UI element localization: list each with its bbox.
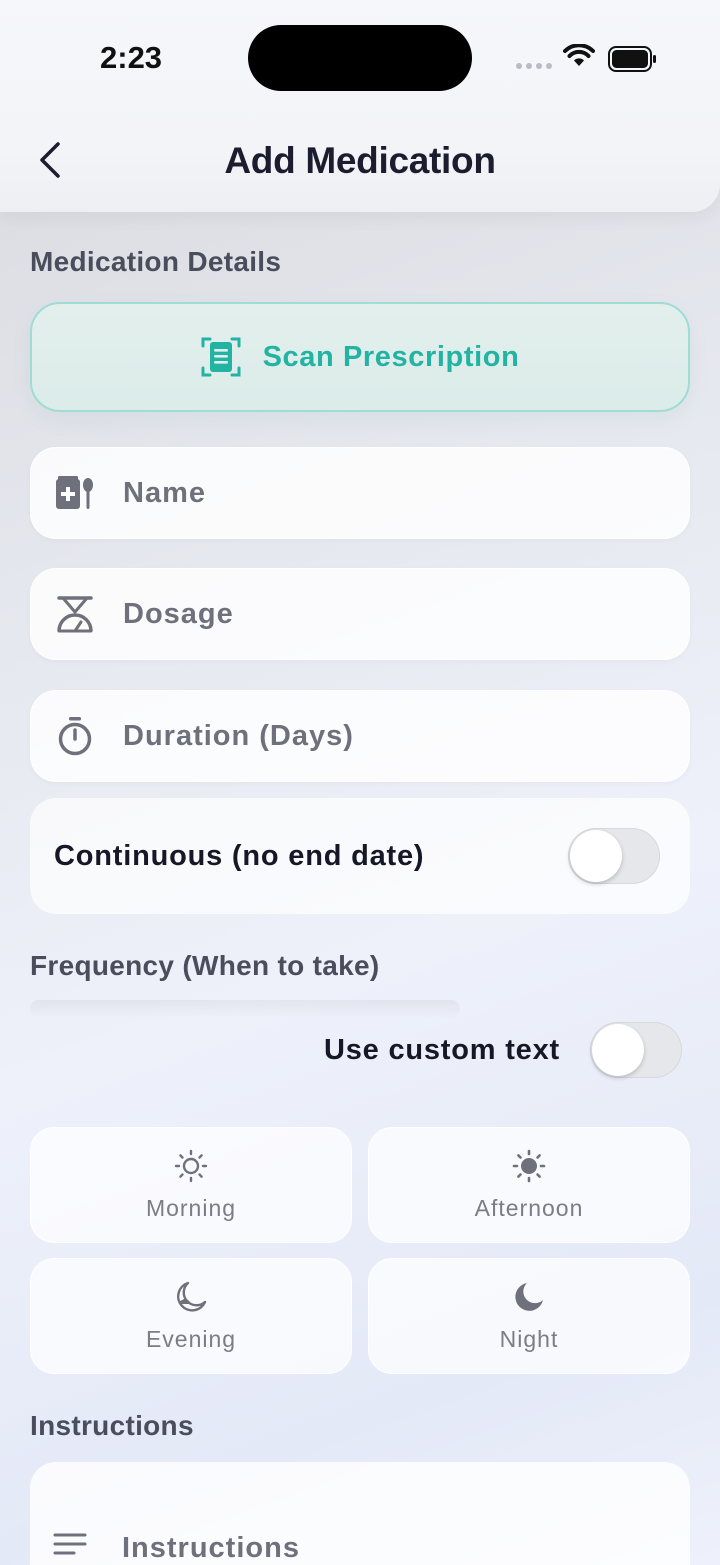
instructions-placeholder: Instructions bbox=[122, 1532, 300, 1564]
sun-filled-icon bbox=[512, 1149, 546, 1183]
time-label: Afternoon bbox=[474, 1194, 584, 1221]
cellular-signal-icon bbox=[516, 63, 552, 69]
text-lines-icon bbox=[52, 1530, 92, 1565]
stopwatch-icon bbox=[53, 714, 97, 758]
moon-filled-icon bbox=[512, 1280, 546, 1314]
time-option-evening[interactable]: Evening bbox=[30, 1258, 352, 1374]
scale-icon bbox=[53, 592, 97, 636]
section-title-instructions: Instructions bbox=[30, 1410, 194, 1441]
time-option-night[interactable]: Night bbox=[368, 1258, 690, 1374]
scan-prescription-label: Scan Prescription bbox=[262, 340, 520, 373]
wifi-icon bbox=[563, 44, 595, 66]
status-time: 2:23 bbox=[100, 40, 163, 75]
header-bar: 2:23 Add Medication bbox=[0, 0, 720, 212]
duration-placeholder: Duration (Days) bbox=[123, 719, 354, 752]
dynamic-island bbox=[248, 25, 472, 91]
divider bbox=[30, 1000, 460, 1018]
section-title-medication-details: Medication Details bbox=[30, 246, 282, 277]
scan-prescription-button[interactable]: Scan Prescription bbox=[30, 302, 690, 412]
battery-icon bbox=[608, 46, 656, 72]
name-placeholder: Name bbox=[123, 476, 206, 509]
time-label: Evening bbox=[145, 1325, 237, 1352]
moon-outline-icon bbox=[174, 1280, 208, 1314]
custom-text-row: Use custom text bbox=[324, 1022, 682, 1078]
dosage-field[interactable]: Dosage bbox=[30, 568, 690, 660]
custom-text-label: Use custom text bbox=[323, 1033, 560, 1066]
medication-icon bbox=[53, 471, 97, 515]
time-option-morning[interactable]: Morning bbox=[30, 1127, 352, 1243]
custom-text-toggle[interactable] bbox=[590, 1022, 682, 1078]
duration-field[interactable]: Duration (Days) bbox=[30, 690, 690, 782]
continuous-row: Continuous (no end date) bbox=[30, 798, 690, 914]
instructions-field[interactable]: Instructions bbox=[30, 1462, 690, 1565]
time-option-afternoon[interactable]: Afternoon bbox=[368, 1127, 690, 1243]
toggle-knob bbox=[592, 1024, 644, 1076]
document-scan-icon bbox=[201, 337, 241, 377]
time-label: Morning bbox=[145, 1194, 237, 1221]
section-title-frequency: Frequency (When to take) bbox=[30, 950, 380, 981]
toggle-knob bbox=[570, 830, 622, 882]
continuous-label: Continuous (no end date) bbox=[54, 839, 425, 872]
sun-outline-icon bbox=[174, 1149, 208, 1183]
continuous-toggle[interactable] bbox=[568, 828, 660, 884]
dosage-placeholder: Dosage bbox=[123, 597, 234, 630]
page-title: Add Medication bbox=[224, 140, 496, 181]
time-label: Night bbox=[499, 1325, 559, 1352]
name-field[interactable]: Name bbox=[30, 447, 690, 539]
